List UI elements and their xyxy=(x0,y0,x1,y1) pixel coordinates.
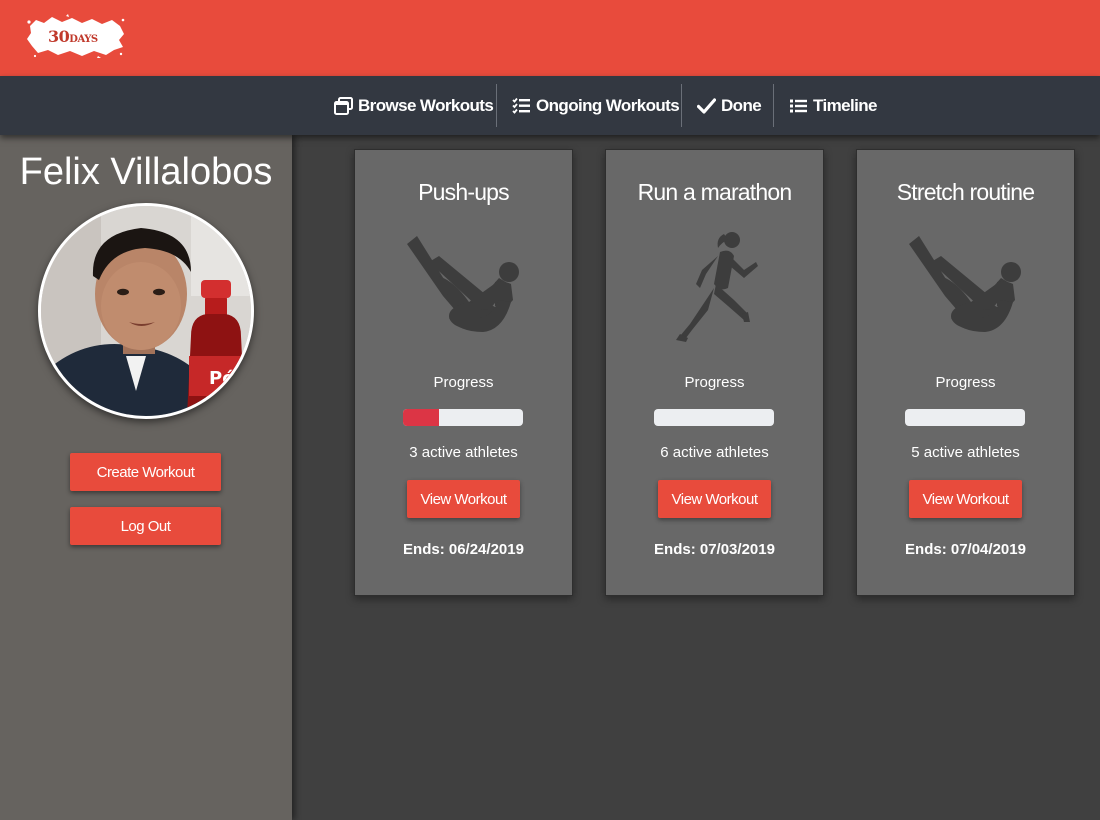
avatar: Pó xyxy=(38,203,254,419)
nav-label: Ongoing Workouts xyxy=(536,95,680,115)
user-name: Felix Villalobos xyxy=(19,151,273,193)
svg-text:Pó: Pó xyxy=(209,368,235,389)
view-workout-button[interactable]: View Workout xyxy=(407,480,520,518)
end-date: Ends: 07/03/2019 xyxy=(654,541,775,558)
app-header: 30DAYS xyxy=(0,0,1100,76)
active-athletes: 6 active athletes xyxy=(660,444,769,461)
runner-silhouette-icon xyxy=(675,232,758,342)
profile-photo: Pó xyxy=(41,206,251,416)
workout-title: Push-ups xyxy=(418,179,510,205)
window-restore-icon xyxy=(334,96,353,115)
view-workout-button[interactable]: View Workout xyxy=(909,480,1022,518)
active-athletes: 3 active athletes xyxy=(409,444,518,461)
nav-label: Timeline xyxy=(813,95,877,115)
nav-label: Done xyxy=(721,95,762,115)
tasks-icon xyxy=(512,97,530,114)
profile-sidebar: Felix Villalobos Pó Create Workout Log O… xyxy=(0,135,292,820)
progress-fill xyxy=(403,409,439,426)
workout-title: Run a marathon xyxy=(637,179,793,205)
view-workout-button[interactable]: View Workout xyxy=(658,480,771,518)
list-icon xyxy=(790,99,807,112)
progress-bar xyxy=(403,409,523,426)
workout-card: Stretch routine Progress 5 active athlet… xyxy=(856,149,1075,596)
workout-title: Stretch routine xyxy=(896,179,1035,205)
active-athletes: 5 active athletes xyxy=(911,444,1020,461)
progress-label: Progress xyxy=(433,374,494,391)
nav-label: Browse Workouts xyxy=(358,95,494,115)
workout-figure xyxy=(355,222,572,352)
nav-browse-workouts[interactable]: Browse Workouts xyxy=(334,76,494,135)
nav-divider xyxy=(681,84,682,127)
nav-ongoing-workouts[interactable]: Ongoing Workouts xyxy=(512,76,680,135)
progress-bar xyxy=(654,409,774,426)
main-nav: Browse Workouts Ongoing Workouts Done Ti xyxy=(0,76,1100,135)
end-date: Ends: 06/24/2019 xyxy=(403,541,524,558)
nav-divider xyxy=(496,84,497,127)
check-icon xyxy=(697,97,716,114)
brand-logo[interactable]: 30DAYS xyxy=(26,14,126,58)
nav-timeline[interactable]: Timeline xyxy=(789,76,877,135)
logo-text: 30DAYS xyxy=(48,27,98,46)
workout-card: Push-ups Progress 3 active athletes View… xyxy=(354,149,573,596)
nav-divider xyxy=(773,84,774,127)
progress-bar xyxy=(905,409,1025,426)
end-date: Ends: 07/04/2019 xyxy=(905,541,1026,558)
workout-figure xyxy=(857,222,1074,352)
v-up-silhouette-icon xyxy=(908,236,1021,332)
progress-label: Progress xyxy=(684,374,745,391)
progress-label: Progress xyxy=(935,374,996,391)
workout-figure xyxy=(606,222,823,352)
v-up-silhouette-icon xyxy=(406,236,519,332)
create-workout-button[interactable]: Create Workout xyxy=(70,453,221,491)
log-out-button[interactable]: Log Out xyxy=(70,507,221,545)
nav-done[interactable]: Done xyxy=(697,76,762,135)
workout-card: Run a marathon Progress 6 active athlete… xyxy=(605,149,824,596)
